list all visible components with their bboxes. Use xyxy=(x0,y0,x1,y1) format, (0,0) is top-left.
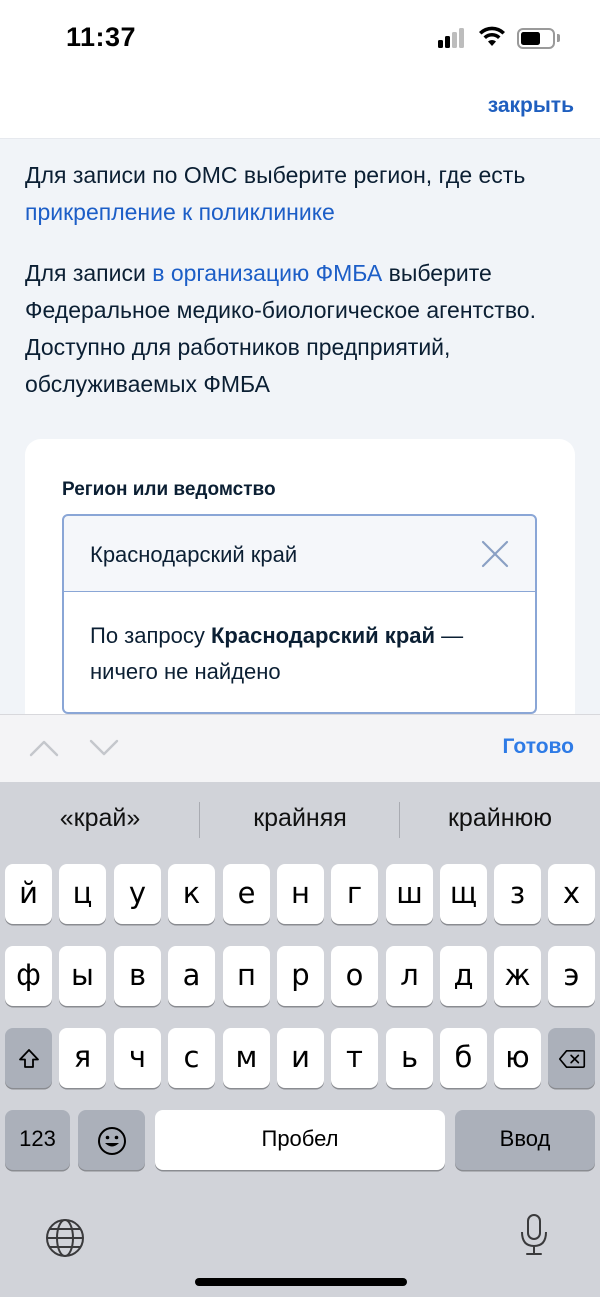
key-letter[interactable]: с xyxy=(168,1028,215,1088)
key-letter[interactable]: в xyxy=(114,946,161,1006)
home-indicator xyxy=(195,1278,407,1286)
search-results-dropdown: По запросу Краснодарский край — ничего н… xyxy=(62,592,537,714)
key-letter[interactable]: м xyxy=(223,1028,270,1088)
emoji-key[interactable] xyxy=(78,1110,145,1170)
no-results-query: Краснодарский край xyxy=(210,623,436,648)
chevron-up-icon[interactable] xyxy=(28,737,60,759)
done-button[interactable]: Готово xyxy=(503,735,574,759)
key-letter[interactable]: л xyxy=(386,946,433,1006)
suggestion-3[interactable]: крайнюю xyxy=(400,804,600,833)
battery-icon xyxy=(517,28,555,49)
oms-info-prefix: Для записи по ОМС выберите регион, где е… xyxy=(25,162,526,188)
numbers-key[interactable]: 123 xyxy=(5,1110,70,1170)
key-letter[interactable]: ф xyxy=(5,946,52,1006)
key-letter[interactable]: э xyxy=(548,946,595,1006)
close-button[interactable]: закрыть xyxy=(488,94,574,118)
key-letter[interactable]: г xyxy=(331,864,378,924)
oms-info-text: Для записи по ОМС выберите регион, где е… xyxy=(25,157,585,231)
key-letter[interactable]: ч xyxy=(114,1028,161,1088)
globe-icon[interactable] xyxy=(45,1218,85,1258)
status-bar: 11:37 xyxy=(0,0,600,80)
backspace-key[interactable] xyxy=(548,1028,595,1088)
key-letter[interactable]: й xyxy=(5,864,52,924)
key-letter[interactable]: з xyxy=(494,864,541,924)
key-letter[interactable]: ю xyxy=(494,1028,541,1088)
backspace-icon xyxy=(558,1050,585,1068)
key-letter[interactable]: а xyxy=(168,946,215,1006)
shift-icon xyxy=(18,1049,39,1068)
no-results-prefix: По запросу xyxy=(90,623,211,648)
key-letter[interactable]: д xyxy=(440,946,487,1006)
keyboard-suggestions: «край» крайняя крайнюю xyxy=(0,782,600,858)
key-letter[interactable]: ж xyxy=(494,946,541,1006)
wifi-icon xyxy=(479,26,505,46)
key-letter[interactable]: б xyxy=(440,1028,487,1088)
fmba-info-prefix: Для записи xyxy=(25,260,153,286)
chevron-down-icon[interactable] xyxy=(88,737,120,759)
fmba-info-text: Для записи в организацию ФМБА выберите Ф… xyxy=(25,255,585,403)
region-select-card: Регион или ведомство Краснодарский край … xyxy=(25,439,575,729)
key-letter[interactable]: о xyxy=(331,946,378,1006)
suggestion-1[interactable]: «край» xyxy=(0,804,200,833)
modal-content: Для записи по ОМС выберите регион, где е… xyxy=(0,139,600,729)
key-letter[interactable]: ц xyxy=(59,864,106,924)
region-field-label: Регион или ведомство xyxy=(62,479,276,500)
key-letter[interactable]: п xyxy=(223,946,270,1006)
region-input-value[interactable]: Краснодарский край xyxy=(90,542,297,568)
shift-key[interactable] xyxy=(5,1028,52,1088)
return-key[interactable]: Ввод xyxy=(455,1110,595,1170)
key-letter[interactable]: ш xyxy=(386,864,433,924)
region-search-input[interactable]: Краснодарский край xyxy=(62,514,537,592)
modal-header: закрыть xyxy=(0,80,600,139)
key-letter[interactable]: н xyxy=(277,864,324,924)
key-letter[interactable]: и xyxy=(277,1028,324,1088)
key-letter[interactable]: у xyxy=(114,864,161,924)
attachment-link[interactable]: прикрепление к поликлинике xyxy=(25,199,335,225)
keyboard-accessory-bar: Готово xyxy=(0,714,600,782)
key-letter[interactable]: х xyxy=(548,864,595,924)
key-letter[interactable]: щ xyxy=(440,864,487,924)
key-letter[interactable]: р xyxy=(277,946,324,1006)
fmba-organization-link[interactable]: в организацию ФМБА xyxy=(152,260,382,286)
space-key[interactable]: Пробел xyxy=(155,1110,445,1170)
status-time: 11:37 xyxy=(66,22,137,52)
key-letter[interactable]: к xyxy=(168,864,215,924)
cellular-signal-icon xyxy=(438,28,468,48)
no-results-message: По запросу Краснодарский край — ничего н… xyxy=(90,618,510,690)
key-letter[interactable]: т xyxy=(331,1028,378,1088)
key-letter[interactable]: я xyxy=(59,1028,106,1088)
clear-icon[interactable] xyxy=(481,540,509,568)
key-letter[interactable]: е xyxy=(223,864,270,924)
emoji-icon xyxy=(97,1127,126,1155)
key-letter[interactable]: ь xyxy=(386,1028,433,1088)
suggestion-2[interactable]: крайняя xyxy=(200,804,400,833)
keyboard: «край» крайняя крайнюю й ц у к е н г ш щ… xyxy=(0,782,600,1297)
microphone-icon[interactable] xyxy=(519,1213,549,1257)
key-letter[interactable]: ы xyxy=(59,946,106,1006)
battery-cap xyxy=(557,34,560,42)
